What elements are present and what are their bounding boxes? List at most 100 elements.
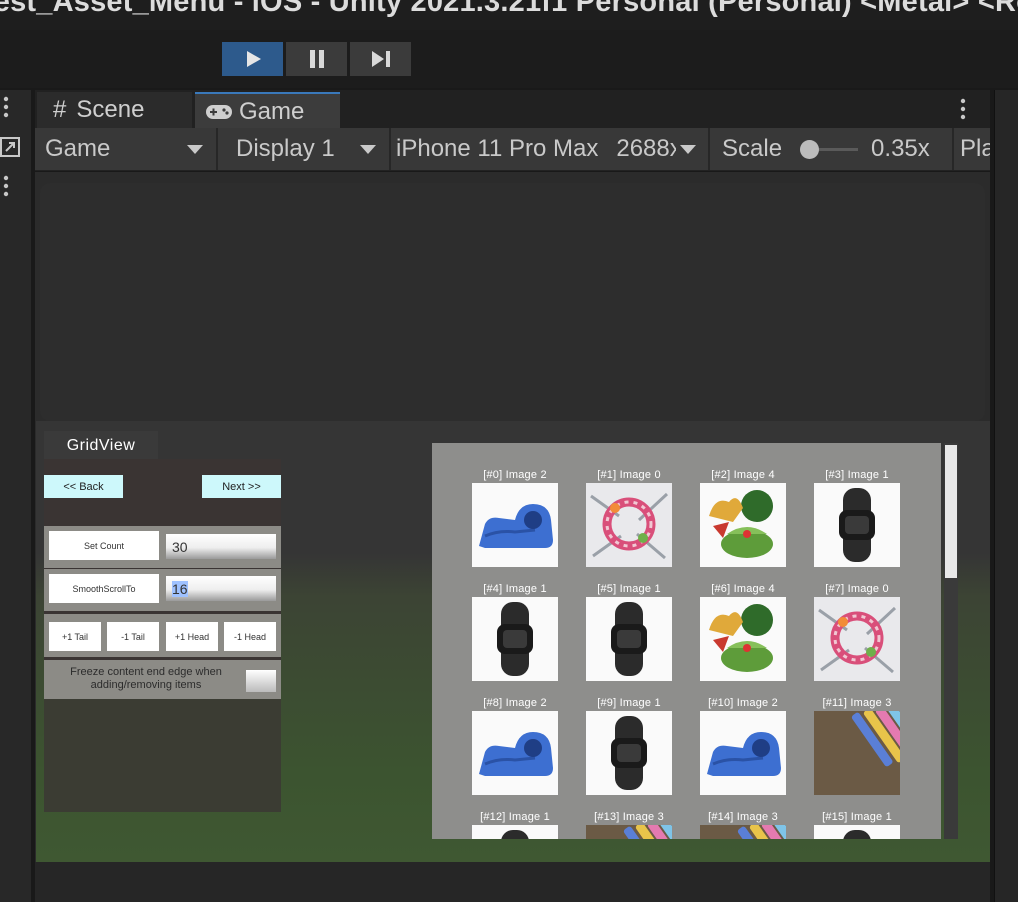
grid-item-image[interactable] [586,483,672,567]
device-label: iPhone 11 Pro Max [396,135,599,162]
grid-item-title: [#1] Image 0 [597,469,661,481]
display-dropdown[interactable]: Display 1 [218,128,388,170]
remove-head-button[interactable]: -1 Head [224,622,276,651]
scale-control: Scale 0.35x [710,128,952,170]
tab-scene[interactable]: # Scene [37,92,192,128]
grid-item-image[interactable] [814,711,900,795]
fitness-band-icon [497,602,533,676]
add-tail-button[interactable]: +1 Tail [49,622,101,651]
grid-item-title: [#7] Image 0 [825,583,889,595]
add-head-button[interactable]: +1 Head [166,622,218,651]
scale-slider[interactable] [800,139,859,159]
grid-item-title: [#6] Image 4 [711,583,775,595]
grid-item-image[interactable] [814,825,900,839]
gamepad-icon [206,105,232,119]
grid-item-image[interactable] [586,825,672,839]
tape-dispenser-icon [479,732,553,776]
grid-item-image[interactable] [700,483,786,567]
freeze-label: Freeze content end edge when adding/remo… [70,666,222,691]
play-mode-dropdown[interactable]: Pla [955,128,990,170]
step-icon [371,51,390,67]
grid-item-image[interactable] [700,597,786,681]
grid-item-title: [#3] Image 1 [825,469,889,481]
fitness-band-icon [611,602,647,676]
display-label: Display 1 [236,135,335,162]
grid-item-title: [#5] Image 1 [597,583,661,595]
pause-button[interactable] [286,42,347,76]
left-side-strip [0,90,31,902]
grid-item-image[interactable] [472,825,558,839]
remove-tail-button[interactable]: -1 Tail [107,622,159,651]
pens-icon [586,825,672,839]
main-toolbar [0,30,1018,88]
grid-item-image[interactable] [700,711,786,795]
grid-item-image[interactable] [472,711,558,795]
more-options-icon[interactable] [3,96,9,118]
grid-item-title: [#15] Image 1 [822,811,892,823]
hash-icon: # [53,96,67,123]
grid-item-title: [#2] Image 4 [711,469,775,481]
grid-scroll-view[interactable]: [#0] Image 2 [#1] Image 0 [#2] Image 4 [#3]… [432,443,941,839]
grid-item-title: [#12] Image 1 [480,811,550,823]
grid-item-title: [#4] Image 1 [483,583,547,595]
chevron-down-icon [187,144,203,154]
right-side-panel [994,90,1018,902]
fitness-band-icon [611,716,647,790]
set-count-button[interactable]: Set Count [49,531,159,560]
grid-item-image[interactable] [586,597,672,681]
count-input[interactable]: 30 [166,534,276,559]
grid-item-title: [#10] Image 2 [708,697,778,709]
cake-icon [709,604,773,672]
grid-item-image[interactable] [472,597,558,681]
game-view-bottom [35,862,990,902]
back-button[interactable]: << Back [44,475,123,498]
fitness-band-icon [843,830,871,839]
wreath-icon [817,600,897,678]
pause-icon [309,50,324,68]
grid-item-image[interactable] [814,483,900,567]
grid-item-image[interactable] [472,483,558,567]
window-title-bar: Test_Asset_Menu - iOS - Unity 2021.3.21f… [0,0,1018,30]
game-mode-dropdown[interactable]: Game [35,128,215,170]
smooth-scroll-button[interactable]: SmoothScrollTo [49,574,159,603]
tab-game[interactable]: Game [195,92,340,130]
step-button[interactable] [350,42,411,76]
tape-dispenser-icon [479,504,553,548]
tab-game-label: Game [239,98,305,125]
chevron-down-icon [360,144,376,154]
grid-item-image[interactable] [700,825,786,839]
maximize-icon[interactable] [0,135,22,159]
grid-item-image[interactable] [586,711,672,795]
grid-item-title: [#9] Image 1 [597,697,661,709]
wreath-icon [589,486,669,564]
gridview-title: GridView [44,431,158,460]
gridview-panel-lower [44,698,281,812]
grid-item-title: [#11] Image 3 [822,697,892,709]
more-options-icon[interactable] [3,175,9,197]
panel-menu-icon[interactable] [960,98,966,120]
play-mode-label: Pla [960,135,990,162]
scrollbar-thumb[interactable] [945,445,957,578]
fitness-band-icon [839,488,875,562]
divider [952,128,954,170]
grid-item-title: [#0] Image 2 [483,469,547,481]
resolution-label: 2688x [616,135,677,162]
play-button[interactable] [222,42,283,76]
grid-item-image[interactable] [814,597,900,681]
grid-item-title: [#13] Image 3 [594,811,664,823]
scroll-index-input[interactable]: 16 [166,576,276,601]
game-view-letterbox [40,183,985,421]
cake-icon [709,490,773,558]
scale-value: 0.35x [871,135,930,162]
scale-label: Scale [722,135,783,162]
game-mode-label: Game [45,135,111,162]
tape-dispenser-icon [707,732,781,776]
pens-icon [700,825,786,839]
resolution-dropdown[interactable]: iPhone 11 Pro Max 2688x [391,128,707,170]
window-title: Test_Asset_Menu - iOS - Unity 2021.3.21f… [0,0,1018,18]
freeze-checkbox[interactable] [246,670,276,692]
slider-thumb[interactable] [800,140,820,159]
fitness-band-icon [501,830,529,839]
next-button[interactable]: Next >> [202,475,281,498]
grid-item-title: [#14] Image 3 [708,811,778,823]
